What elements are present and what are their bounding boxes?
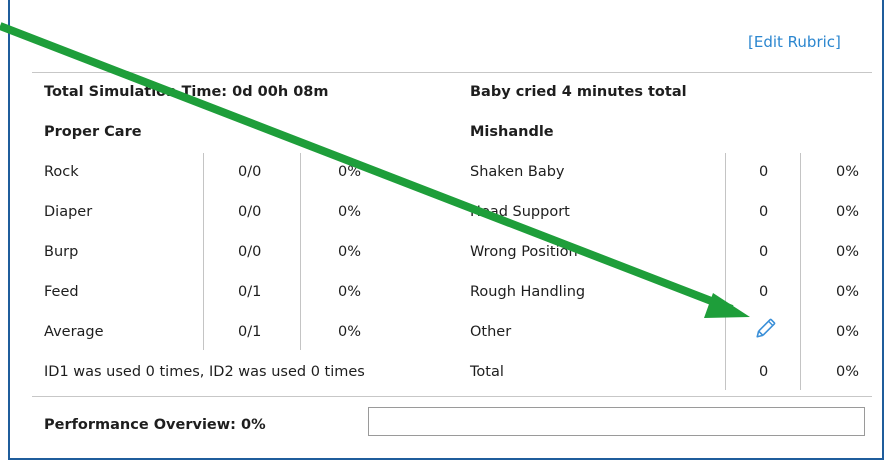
row-label: Feed bbox=[44, 284, 79, 300]
pencil-icon[interactable] bbox=[752, 316, 778, 342]
total-simulation-time: Total Simulation Time: 0d 00h 08m bbox=[44, 84, 329, 100]
performance-overview-label: Performance Overview: 0% bbox=[44, 417, 266, 433]
proper-care-heading: Proper Care bbox=[44, 124, 142, 140]
row-percent: 0% bbox=[836, 324, 860, 340]
row-label: Diaper bbox=[44, 204, 93, 220]
row-percent: 0% bbox=[338, 324, 362, 340]
row-count: 0/0 bbox=[238, 244, 262, 260]
row-percent: 0% bbox=[338, 244, 362, 260]
edit-rubric-link[interactable]: [Edit Rubric] bbox=[748, 33, 841, 51]
row-percent: 0% bbox=[836, 204, 860, 220]
row-label: Other bbox=[470, 324, 512, 340]
row-count: 0 bbox=[759, 364, 769, 380]
baby-cried-total: Baby cried 4 minutes total bbox=[470, 84, 687, 100]
row-percent: 0% bbox=[836, 284, 860, 300]
mishandle-heading: Mishandle bbox=[470, 124, 554, 140]
row-percent: 0% bbox=[338, 284, 362, 300]
row-percent: 0% bbox=[338, 164, 362, 180]
row-label: Head Support bbox=[470, 204, 570, 220]
row-count: 0 bbox=[759, 204, 769, 220]
row-label: Burp bbox=[44, 244, 79, 260]
header-divider bbox=[32, 72, 872, 73]
row-percent: 0% bbox=[836, 244, 860, 260]
report-panel bbox=[8, 0, 884, 460]
row-percent: 0% bbox=[836, 164, 860, 180]
row-label: Rough Handling bbox=[470, 284, 586, 300]
row-percent: 0% bbox=[338, 204, 362, 220]
row-percent: 0% bbox=[836, 364, 860, 380]
row-label: Wrong Position bbox=[470, 244, 578, 260]
row-count: 0 bbox=[759, 244, 769, 260]
row-count: 0/0 bbox=[238, 164, 262, 180]
row-count: 0/1 bbox=[238, 324, 262, 340]
proper-care-col-divider-1 bbox=[203, 153, 204, 350]
mishandle-col-divider-1 bbox=[725, 153, 726, 390]
performance-progress-bar bbox=[368, 407, 865, 436]
footer-divider bbox=[32, 396, 872, 397]
id-usage-note: ID1 was used 0 times, ID2 was used 0 tim… bbox=[44, 364, 365, 380]
row-label: Shaken Baby bbox=[470, 164, 565, 180]
mishandle-col-divider-2 bbox=[800, 153, 801, 390]
row-count: 0 bbox=[759, 164, 769, 180]
row-label: Average bbox=[44, 324, 104, 340]
row-count: 0 bbox=[759, 284, 769, 300]
row-count: 0/1 bbox=[238, 284, 262, 300]
row-count: 0/0 bbox=[238, 204, 262, 220]
row-label: Total bbox=[470, 364, 504, 380]
proper-care-col-divider-2 bbox=[300, 153, 301, 350]
row-label: Rock bbox=[44, 164, 79, 180]
